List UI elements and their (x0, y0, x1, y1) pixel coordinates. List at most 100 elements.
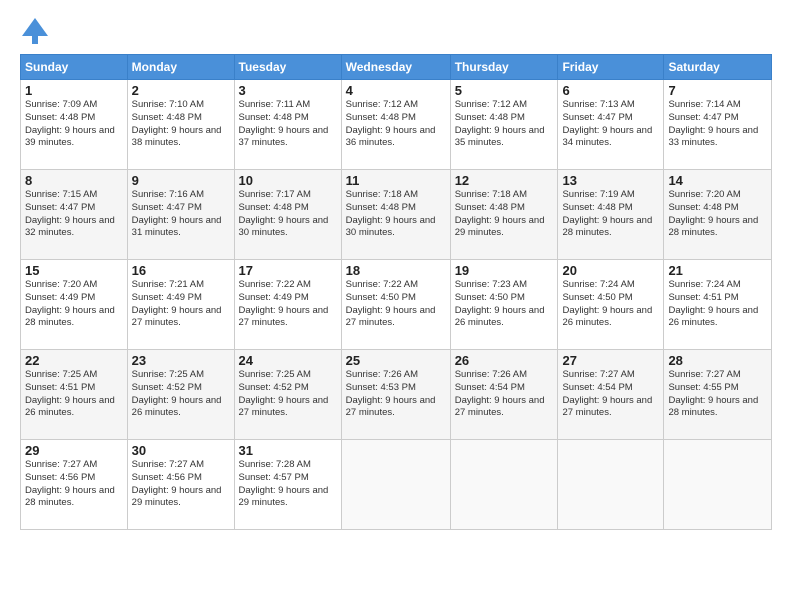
day-number: 3 (239, 83, 337, 98)
day-cell-24: 24Sunrise: 7:25 AMSunset: 4:52 PMDayligh… (234, 350, 341, 440)
day-info: Sunrise: 7:27 AMSunset: 4:56 PMDaylight:… (132, 459, 230, 510)
day-number: 28 (668, 353, 767, 368)
day-number: 9 (132, 173, 230, 188)
day-info: Sunrise: 7:24 AMSunset: 4:51 PMDaylight:… (668, 279, 767, 330)
day-cell-1: 1Sunrise: 7:09 AMSunset: 4:48 PMDaylight… (21, 80, 128, 170)
day-info: Sunrise: 7:27 AMSunset: 4:55 PMDaylight:… (668, 369, 767, 420)
day-cell-22: 22Sunrise: 7:25 AMSunset: 4:51 PMDayligh… (21, 350, 128, 440)
day-info: Sunrise: 7:20 AMSunset: 4:49 PMDaylight:… (25, 279, 123, 330)
day-number: 20 (562, 263, 659, 278)
day-number: 31 (239, 443, 337, 458)
day-info: Sunrise: 7:25 AMSunset: 4:52 PMDaylight:… (239, 369, 337, 420)
day-cell-28: 28Sunrise: 7:27 AMSunset: 4:55 PMDayligh… (664, 350, 772, 440)
day-number: 11 (346, 173, 446, 188)
day-cell-9: 9Sunrise: 7:16 AMSunset: 4:47 PMDaylight… (127, 170, 234, 260)
day-number: 26 (455, 353, 554, 368)
day-cell-6: 6Sunrise: 7:13 AMSunset: 4:47 PMDaylight… (558, 80, 664, 170)
day-number: 1 (25, 83, 123, 98)
week-row-5: 29Sunrise: 7:27 AMSunset: 4:56 PMDayligh… (21, 440, 772, 530)
day-cell-10: 10Sunrise: 7:17 AMSunset: 4:48 PMDayligh… (234, 170, 341, 260)
day-number: 27 (562, 353, 659, 368)
day-info: Sunrise: 7:27 AMSunset: 4:56 PMDaylight:… (25, 459, 123, 510)
week-row-4: 22Sunrise: 7:25 AMSunset: 4:51 PMDayligh… (21, 350, 772, 440)
day-cell-8: 8Sunrise: 7:15 AMSunset: 4:47 PMDaylight… (21, 170, 128, 260)
day-number: 22 (25, 353, 123, 368)
empty-cell (341, 440, 450, 530)
calendar-table: SundayMondayTuesdayWednesdayThursdayFrid… (20, 54, 772, 530)
calendar-header-sunday: Sunday (21, 55, 128, 80)
day-cell-7: 7Sunrise: 7:14 AMSunset: 4:47 PMDaylight… (664, 80, 772, 170)
day-info: Sunrise: 7:22 AMSunset: 4:50 PMDaylight:… (346, 279, 446, 330)
day-info: Sunrise: 7:25 AMSunset: 4:51 PMDaylight:… (25, 369, 123, 420)
calendar-header-friday: Friday (558, 55, 664, 80)
day-number: 25 (346, 353, 446, 368)
calendar-header-tuesday: Tuesday (234, 55, 341, 80)
day-info: Sunrise: 7:18 AMSunset: 4:48 PMDaylight:… (346, 189, 446, 240)
calendar-header-thursday: Thursday (450, 55, 558, 80)
day-cell-20: 20Sunrise: 7:24 AMSunset: 4:50 PMDayligh… (558, 260, 664, 350)
week-row-1: 1Sunrise: 7:09 AMSunset: 4:48 PMDaylight… (21, 80, 772, 170)
day-info: Sunrise: 7:20 AMSunset: 4:48 PMDaylight:… (668, 189, 767, 240)
day-cell-12: 12Sunrise: 7:18 AMSunset: 4:48 PMDayligh… (450, 170, 558, 260)
day-cell-15: 15Sunrise: 7:20 AMSunset: 4:49 PMDayligh… (21, 260, 128, 350)
day-cell-14: 14Sunrise: 7:20 AMSunset: 4:48 PMDayligh… (664, 170, 772, 260)
day-number: 8 (25, 173, 123, 188)
week-row-2: 8Sunrise: 7:15 AMSunset: 4:47 PMDaylight… (21, 170, 772, 260)
logo (20, 16, 54, 46)
empty-cell (558, 440, 664, 530)
page: SundayMondayTuesdayWednesdayThursdayFrid… (0, 0, 792, 612)
day-number: 14 (668, 173, 767, 188)
day-info: Sunrise: 7:13 AMSunset: 4:47 PMDaylight:… (562, 99, 659, 150)
day-number: 24 (239, 353, 337, 368)
day-number: 6 (562, 83, 659, 98)
day-cell-21: 21Sunrise: 7:24 AMSunset: 4:51 PMDayligh… (664, 260, 772, 350)
day-info: Sunrise: 7:26 AMSunset: 4:54 PMDaylight:… (455, 369, 554, 420)
day-number: 21 (668, 263, 767, 278)
day-cell-30: 30Sunrise: 7:27 AMSunset: 4:56 PMDayligh… (127, 440, 234, 530)
day-info: Sunrise: 7:23 AMSunset: 4:50 PMDaylight:… (455, 279, 554, 330)
calendar-header-row: SundayMondayTuesdayWednesdayThursdayFrid… (21, 55, 772, 80)
day-number: 7 (668, 83, 767, 98)
day-info: Sunrise: 7:12 AMSunset: 4:48 PMDaylight:… (346, 99, 446, 150)
day-number: 30 (132, 443, 230, 458)
day-cell-17: 17Sunrise: 7:22 AMSunset: 4:49 PMDayligh… (234, 260, 341, 350)
day-number: 2 (132, 83, 230, 98)
day-cell-5: 5Sunrise: 7:12 AMSunset: 4:48 PMDaylight… (450, 80, 558, 170)
day-number: 15 (25, 263, 123, 278)
day-info: Sunrise: 7:27 AMSunset: 4:54 PMDaylight:… (562, 369, 659, 420)
day-cell-19: 19Sunrise: 7:23 AMSunset: 4:50 PMDayligh… (450, 260, 558, 350)
day-info: Sunrise: 7:21 AMSunset: 4:49 PMDaylight:… (132, 279, 230, 330)
day-number: 23 (132, 353, 230, 368)
day-info: Sunrise: 7:18 AMSunset: 4:48 PMDaylight:… (455, 189, 554, 240)
day-number: 17 (239, 263, 337, 278)
day-info: Sunrise: 7:26 AMSunset: 4:53 PMDaylight:… (346, 369, 446, 420)
day-info: Sunrise: 7:24 AMSunset: 4:50 PMDaylight:… (562, 279, 659, 330)
empty-cell (450, 440, 558, 530)
day-cell-13: 13Sunrise: 7:19 AMSunset: 4:48 PMDayligh… (558, 170, 664, 260)
calendar-header-saturday: Saturday (664, 55, 772, 80)
day-cell-29: 29Sunrise: 7:27 AMSunset: 4:56 PMDayligh… (21, 440, 128, 530)
day-info: Sunrise: 7:09 AMSunset: 4:48 PMDaylight:… (25, 99, 123, 150)
day-number: 19 (455, 263, 554, 278)
day-info: Sunrise: 7:17 AMSunset: 4:48 PMDaylight:… (239, 189, 337, 240)
day-info: Sunrise: 7:19 AMSunset: 4:48 PMDaylight:… (562, 189, 659, 240)
day-number: 5 (455, 83, 554, 98)
day-info: Sunrise: 7:11 AMSunset: 4:48 PMDaylight:… (239, 99, 337, 150)
week-row-3: 15Sunrise: 7:20 AMSunset: 4:49 PMDayligh… (21, 260, 772, 350)
empty-cell (664, 440, 772, 530)
day-info: Sunrise: 7:15 AMSunset: 4:47 PMDaylight:… (25, 189, 123, 240)
day-number: 18 (346, 263, 446, 278)
day-number: 29 (25, 443, 123, 458)
calendar-header-wednesday: Wednesday (341, 55, 450, 80)
header (20, 16, 772, 46)
day-info: Sunrise: 7:22 AMSunset: 4:49 PMDaylight:… (239, 279, 337, 330)
day-cell-23: 23Sunrise: 7:25 AMSunset: 4:52 PMDayligh… (127, 350, 234, 440)
day-number: 10 (239, 173, 337, 188)
day-number: 4 (346, 83, 446, 98)
day-cell-26: 26Sunrise: 7:26 AMSunset: 4:54 PMDayligh… (450, 350, 558, 440)
day-cell-18: 18Sunrise: 7:22 AMSunset: 4:50 PMDayligh… (341, 260, 450, 350)
day-number: 13 (562, 173, 659, 188)
day-cell-2: 2Sunrise: 7:10 AMSunset: 4:48 PMDaylight… (127, 80, 234, 170)
day-number: 16 (132, 263, 230, 278)
day-info: Sunrise: 7:12 AMSunset: 4:48 PMDaylight:… (455, 99, 554, 150)
